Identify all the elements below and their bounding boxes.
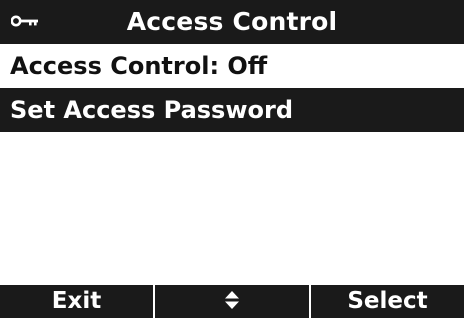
select-button-label: Select <box>347 288 428 314</box>
meter-display: Access Control Access Control: Off Set A… <box>0 0 464 318</box>
exit-button-label: Exit <box>51 288 102 314</box>
menu-item-access-control[interactable]: Access Control: Off <box>0 44 464 88</box>
menu-item-label: Access Control: Off <box>10 52 268 80</box>
navigate-button[interactable] <box>155 285 309 318</box>
up-down-arrows-icon <box>225 291 239 309</box>
title-bar: Access Control <box>0 0 464 44</box>
menu-item-set-access-password[interactable]: Set Access Password <box>0 88 464 132</box>
select-button[interactable]: Select <box>311 285 464 318</box>
page-title: Access Control <box>126 7 338 36</box>
softkey-bar: Exit Select <box>0 285 464 318</box>
exit-button[interactable]: Exit <box>0 285 153 318</box>
menu-list: Access Control: Off Set Access Password <box>0 44 464 132</box>
menu-item-label: Set Access Password <box>10 96 294 124</box>
